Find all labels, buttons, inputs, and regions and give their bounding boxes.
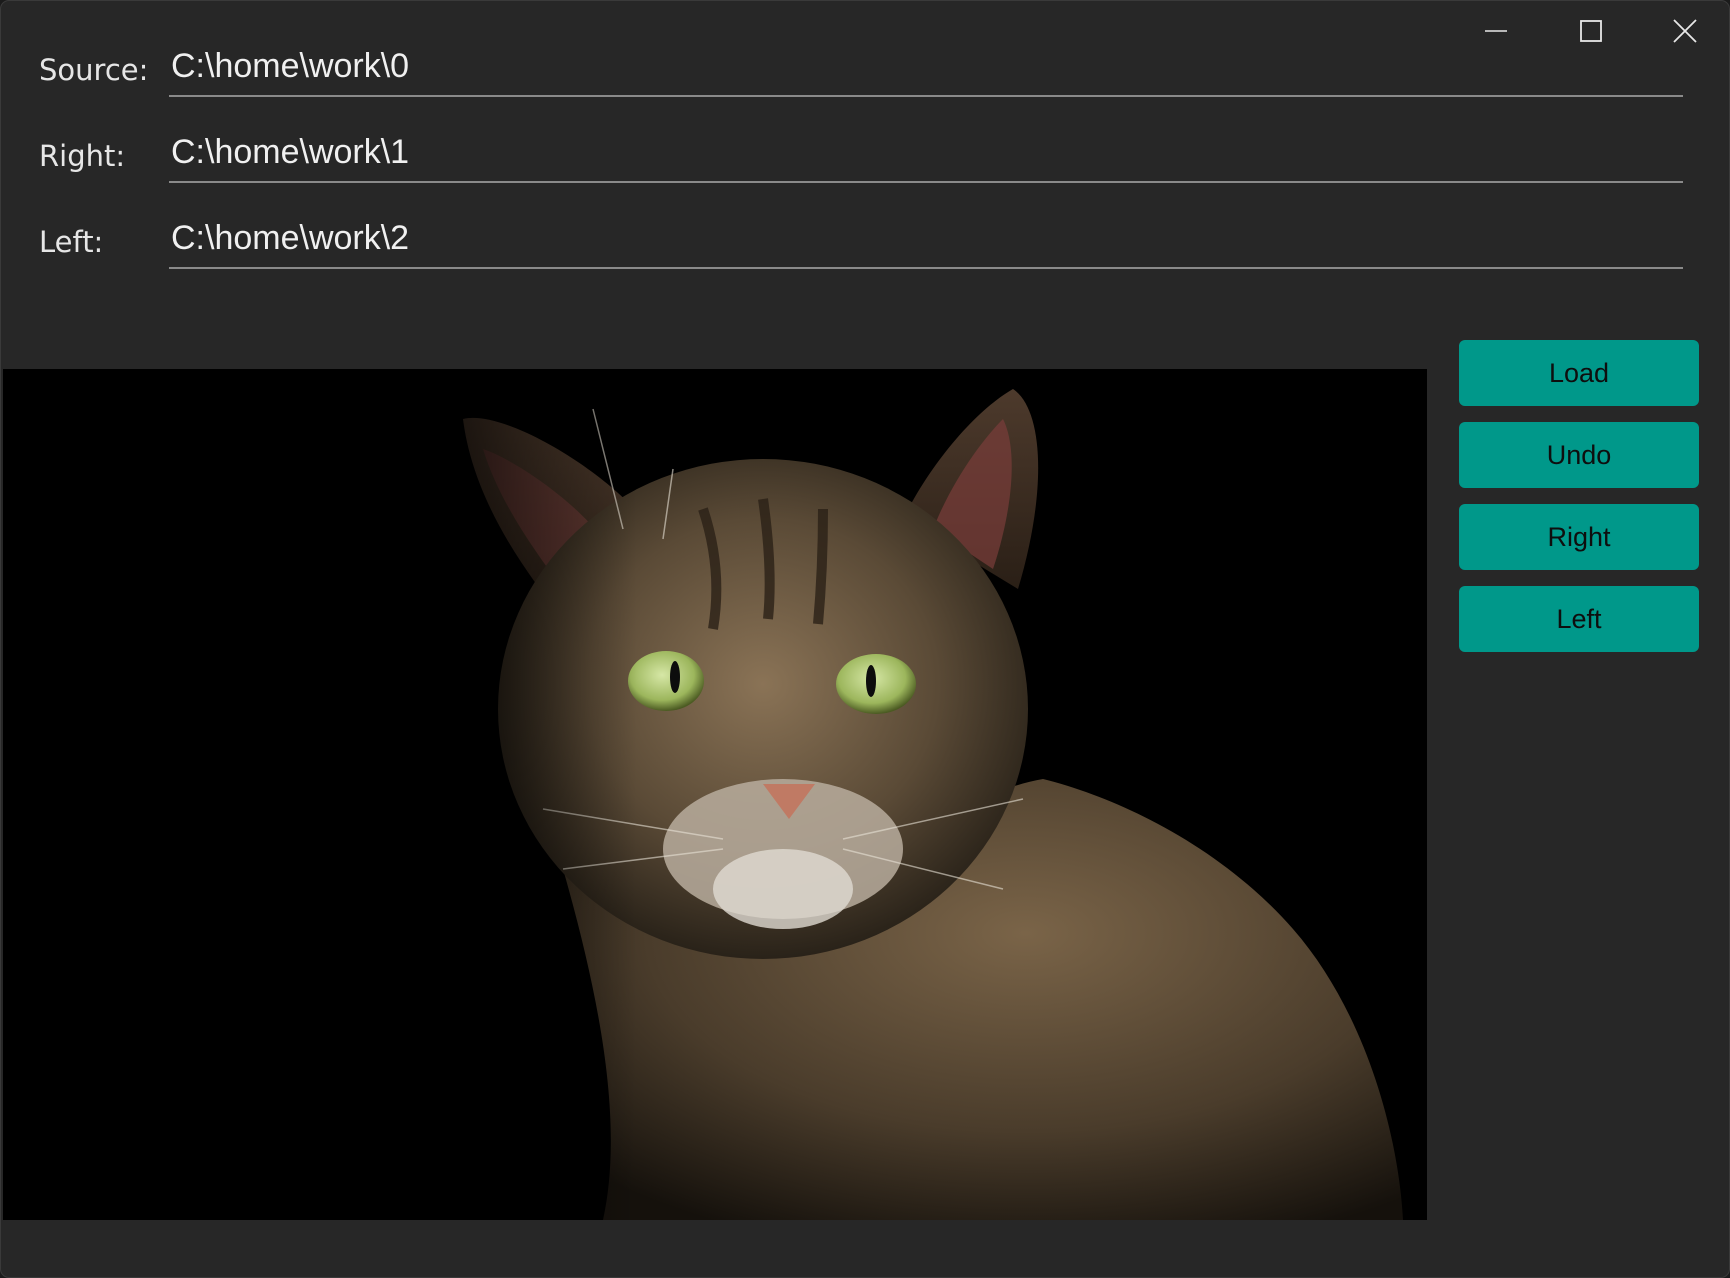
left-field[interactable] <box>169 211 1683 269</box>
right-field[interactable] <box>169 125 1683 183</box>
right-label: Right: <box>39 139 126 173</box>
left-button[interactable]: Left <box>1459 586 1699 652</box>
load-button[interactable]: Load <box>1459 340 1699 406</box>
right-button[interactable]: Right <box>1459 504 1699 570</box>
undo-button[interactable]: Undo <box>1459 422 1699 488</box>
right-input[interactable] <box>171 125 1671 179</box>
image-preview <box>3 369 1427 1220</box>
left-label: Left: <box>39 225 104 259</box>
source-field[interactable] <box>169 39 1683 97</box>
left-input[interactable] <box>171 211 1671 265</box>
cat-photo <box>3 369 1427 1220</box>
source-input[interactable] <box>171 39 1671 93</box>
app-window: Source: Right: Left: <box>0 0 1730 1278</box>
source-label: Source: <box>39 53 149 87</box>
